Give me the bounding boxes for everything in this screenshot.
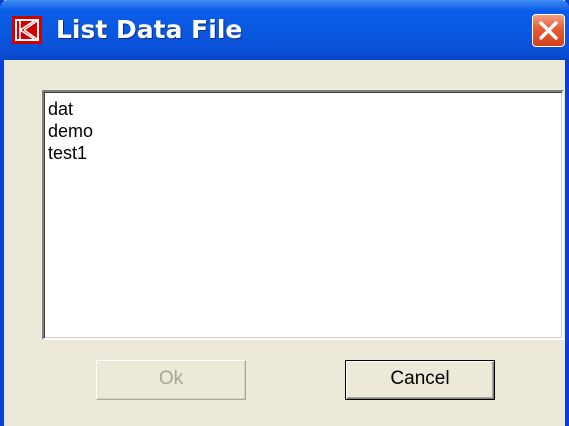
dialog-window: List Data File dat demo test1 Ok Cancel [0,0,569,426]
ok-button[interactable]: Ok [96,360,246,400]
close-button[interactable] [532,14,565,47]
cancel-button[interactable]: Cancel [345,360,495,400]
k-logo-icon [12,16,42,44]
data-file-listbox[interactable]: dat demo test1 [42,90,564,340]
file-list: dat demo test1 [45,98,93,164]
window-title: List Data File [56,15,243,44]
list-item-test1[interactable]: test1 [45,142,93,164]
title-bar[interactable]: List Data File [0,0,569,60]
list-item-demo[interactable]: demo [45,120,93,142]
list-item-dat[interactable]: dat [45,98,93,120]
close-icon [539,21,558,40]
